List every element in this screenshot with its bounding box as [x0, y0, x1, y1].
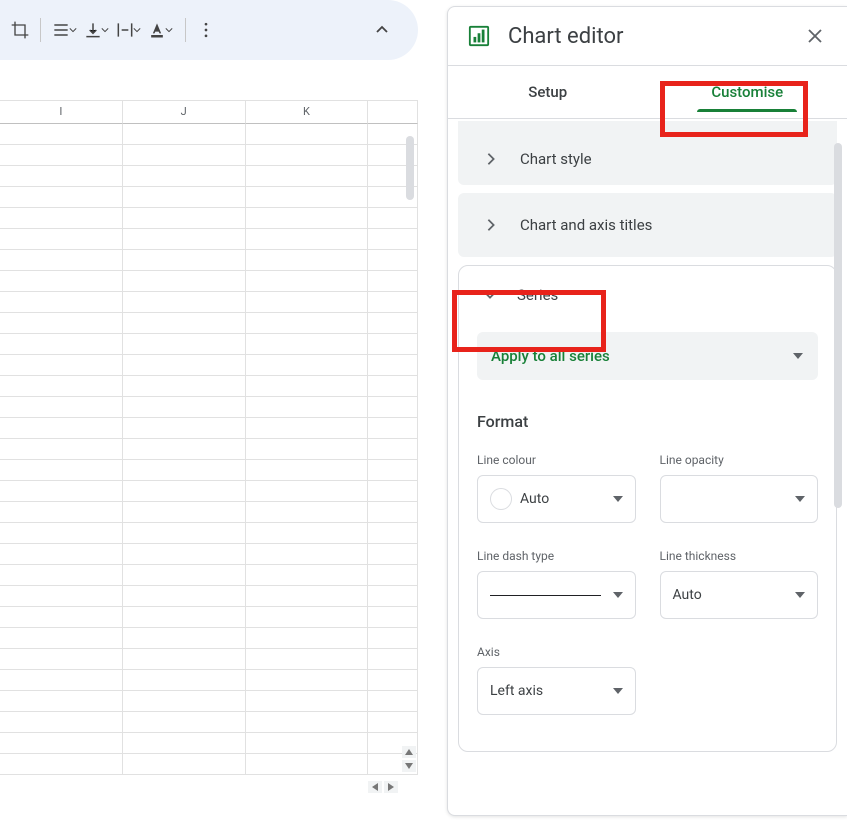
tab-customise[interactable]: Customise: [648, 66, 847, 118]
triangle-down-icon: [795, 494, 805, 504]
line-thickness-select[interactable]: Auto: [660, 571, 819, 619]
section-chart-style[interactable]: Chart style: [458, 121, 837, 185]
text-color-icon: [147, 20, 167, 40]
toolbar-separator: [40, 18, 41, 42]
colour-swatch-icon: [490, 488, 512, 510]
dash-solid-icon: [490, 595, 601, 596]
line-thickness-label: Line thickness: [660, 549, 819, 563]
caret-down-icon: [101, 26, 109, 34]
section-series: Series Apply to all series Format Line c…: [458, 265, 837, 752]
caret-down-icon: [133, 26, 141, 34]
line-opacity-select[interactable]: [660, 475, 819, 523]
panel-scrollbar-thumb[interactable]: [834, 143, 842, 508]
more-button[interactable]: [194, 14, 218, 46]
axis-select[interactable]: Left axis: [477, 667, 636, 715]
scroll-right-button[interactable]: [384, 781, 398, 793]
chevron-up-icon: [374, 22, 390, 38]
caret-down-icon: [69, 26, 77, 34]
line-thickness-value: Auto: [673, 587, 702, 603]
crop-icon: [10, 20, 30, 40]
spreadsheet-grid[interactable]: I J K: [0, 100, 418, 810]
section-chart-axis-titles[interactable]: Chart and axis titles: [458, 193, 837, 257]
triangle-down-icon: [613, 494, 623, 504]
scroll-left-button[interactable]: [368, 781, 382, 793]
section-label: Series: [517, 286, 558, 304]
chart-editor-panel: Chart editor Setup Customise Chart style…: [447, 6, 847, 816]
chevron-right-icon: [484, 218, 498, 232]
triangle-left-icon: [372, 783, 378, 791]
chevron-right-icon: [484, 152, 498, 166]
axis-value: Left axis: [490, 683, 543, 699]
line-colour-label: Line colour: [477, 453, 636, 467]
scroll-down-button[interactable]: [402, 760, 416, 772]
triangle-down-icon: [613, 590, 623, 600]
column-header[interactable]: K: [246, 101, 369, 124]
vertical-scrollbar-thumb[interactable]: [406, 136, 414, 200]
collapse-toolbar-button[interactable]: [370, 18, 394, 42]
caret-down-icon: [165, 26, 173, 34]
axis-label: Axis: [477, 645, 636, 659]
text-wrap-button[interactable]: [113, 14, 145, 46]
section-list: Chart style Chart and axis titles Series…: [448, 119, 847, 815]
column-header[interactable]: [368, 101, 418, 124]
toolbar: [0, 0, 418, 60]
toolbar-separator: [185, 18, 186, 42]
more-vertical-icon: [196, 20, 216, 40]
text-wrap-icon: [115, 20, 135, 40]
tabs: Setup Customise: [448, 65, 847, 119]
triangle-down-icon: [792, 350, 804, 362]
triangle-down-icon: [405, 763, 413, 769]
triangle-right-icon: [388, 783, 394, 791]
tab-setup[interactable]: Setup: [448, 66, 648, 118]
panel-title: Chart editor: [508, 24, 803, 49]
section-label: Chart and axis titles: [520, 216, 652, 234]
horizontal-align-icon: [51, 20, 71, 40]
column-header[interactable]: I: [0, 101, 123, 124]
close-icon: [807, 28, 823, 44]
vertical-align-icon: [83, 20, 103, 40]
horizontal-align-button[interactable]: [49, 14, 81, 46]
scroll-up-button[interactable]: [402, 746, 416, 758]
section-series-header[interactable]: Series: [477, 286, 818, 304]
rows: [0, 124, 418, 784]
line-opacity-label: Line opacity: [660, 453, 819, 467]
text-color-button[interactable]: [145, 14, 177, 46]
column-header[interactable]: J: [123, 101, 246, 124]
line-colour-value: Auto: [520, 491, 549, 507]
line-dash-label: Line dash type: [477, 549, 636, 563]
panel-header: Chart editor: [448, 7, 847, 65]
chevron-down-icon: [483, 288, 497, 302]
line-dash-select[interactable]: [477, 571, 636, 619]
column-headers: I J K: [0, 100, 418, 124]
chart-logo-icon: [468, 25, 490, 47]
triangle-down-icon: [613, 686, 623, 696]
section-label: Chart style: [520, 150, 592, 168]
format-heading: Format: [477, 412, 818, 431]
triangle-up-icon: [405, 749, 413, 755]
triangle-down-icon: [795, 590, 805, 600]
crop-button[interactable]: [8, 14, 32, 46]
apply-label: Apply to all series: [491, 347, 610, 365]
vertical-align-button[interactable]: [81, 14, 113, 46]
line-colour-select[interactable]: Auto: [477, 475, 636, 523]
close-button[interactable]: [803, 24, 827, 48]
apply-to-series-select[interactable]: Apply to all series: [477, 332, 818, 380]
